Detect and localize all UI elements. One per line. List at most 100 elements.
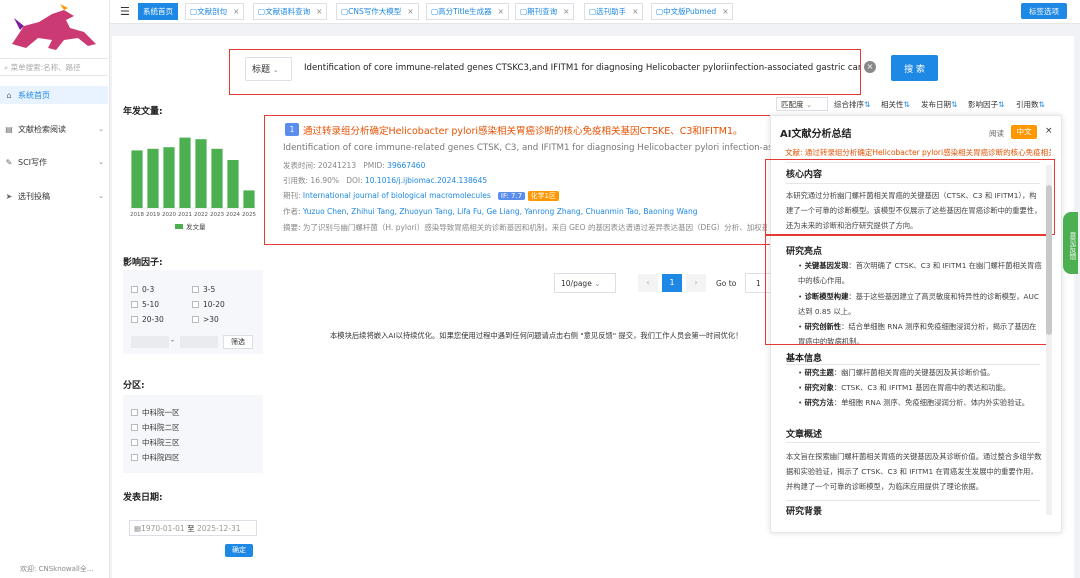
impact-option-5-10[interactable]: 5-10 xyxy=(131,300,159,309)
basic-info-item: • 研究方法：单细胞 RNA 测序、免疫细胞浸润分析、体内外实验验证。 xyxy=(798,398,1030,407)
cite-value: 16.90% xyxy=(310,176,340,185)
date-confirm-button[interactable]: 确定 xyxy=(225,544,253,557)
tab-journal-assistant[interactable]: ▢ 选刊助手 × xyxy=(584,3,644,20)
zone-option-4[interactable]: 中科院四区 xyxy=(131,452,180,463)
bar-2021 xyxy=(179,137,191,208)
search-input[interactable]: Identification of core immune-related ge… xyxy=(300,57,860,81)
impact-option-20-30[interactable]: 20-30 xyxy=(131,315,164,324)
impact-option-0-3[interactable]: 0-3 xyxy=(131,285,154,294)
sort-relevance[interactable]: 相关性⇅ xyxy=(881,99,910,111)
scrollbar-thumb[interactable] xyxy=(1046,185,1052,335)
basic-info-item: • 研究对象：CTSK、C3 和 IFITM1 基因在胃癌中的表达和功能。 xyxy=(798,383,1011,392)
tab-home[interactable]: 系统首页 xyxy=(138,3,178,20)
result-meta-line1: 发表时间: 20241213 PMID: 39667460 xyxy=(283,161,426,170)
feedback-tab[interactable]: 意见反馈 xyxy=(1063,212,1078,274)
language-toggle-button[interactable]: 中文 xyxy=(1011,125,1037,139)
result-title-link[interactable]: 通过转录组分析确定Helicobacter pylori感染相关胃癌诊断的核心免… xyxy=(303,123,773,137)
close-icon[interactable]: × xyxy=(498,7,504,16)
impact-filter-button[interactable]: 筛选 xyxy=(223,335,253,349)
next-page-button[interactable]: › xyxy=(686,274,706,292)
send-icon: ➤ xyxy=(5,191,13,201)
impact-option-3-5[interactable]: 3-5 xyxy=(192,285,215,294)
read-toggle[interactable]: 阅读 xyxy=(989,128,1004,139)
journal-link[interactable]: International journal of biological macr… xyxy=(303,191,491,200)
chevron-down-icon: ⌄ xyxy=(98,125,104,133)
checkbox[interactable] xyxy=(131,409,138,416)
sidebar-item-sci-writing[interactable]: ✎ SCI写作 ⌄ xyxy=(0,153,108,171)
tab-cn-pubmed[interactable]: ▢ 中文版Pubmed × xyxy=(651,3,734,20)
sort-composite[interactable]: 综合排序⇅ xyxy=(834,99,870,111)
search-button[interactable]: 搜 索 xyxy=(891,55,938,81)
legend-swatch xyxy=(175,224,183,229)
sidebar-item-home[interactable]: ⌂ 系统首页 xyxy=(0,86,108,104)
doi-link[interactable]: 10.1016/j.ijbiomac.2024.138645 xyxy=(365,176,487,185)
result-index: 1 xyxy=(285,123,299,136)
sidebar-item-label: SCI写作 xyxy=(18,157,48,167)
zone-option-1[interactable]: 中科院一区 xyxy=(131,407,180,418)
sort-pubdate[interactable]: 发布日期⇅ xyxy=(921,99,957,111)
bar-2018 xyxy=(131,150,143,208)
page-size-select[interactable]: 10/page ⌄ xyxy=(554,273,616,293)
result-english-title: Identification of core immune-related ge… xyxy=(283,143,773,153)
impact-min-input[interactable] xyxy=(131,336,169,348)
author-list[interactable]: Yuzuo Chen, Zhihui Tang, Zhuoyun Tang, L… xyxy=(303,207,698,216)
sort-match-select[interactable]: 匹配度 ⌄ xyxy=(776,97,828,111)
search-icon: ⌕ xyxy=(4,63,11,72)
close-icon[interactable]: × xyxy=(316,7,322,16)
sidebar-item-journal-submit[interactable]: ➤ 选刊投稿 ⌄ xyxy=(0,187,108,205)
close-icon[interactable]: × xyxy=(407,7,413,16)
close-icon[interactable]: × xyxy=(722,7,728,16)
checkbox[interactable] xyxy=(192,301,199,308)
checkbox[interactable] xyxy=(192,286,199,293)
tick-label-2019: 2019 xyxy=(146,212,160,218)
sort-impact[interactable]: 影响因子⇅ xyxy=(968,99,1004,111)
tab-icon: ▢ xyxy=(520,7,528,16)
sidebar-item-literature[interactable]: ▤ 文献检索阅读 ⌄ xyxy=(0,120,108,138)
tag-options-button[interactable]: 标签选项 xyxy=(1021,3,1067,19)
impact-filter-title: 影响因子: xyxy=(123,258,163,268)
basic-info-item: • 研究主题：幽门螺杆菌相关胃癌的关键基因及其诊断价值。 xyxy=(798,368,995,377)
close-icon[interactable]: × xyxy=(1045,126,1053,136)
menu-search-input[interactable]: ⌕ 菜单搜索:名称、路径 xyxy=(0,58,108,76)
zone-option-2[interactable]: 中科院二区 xyxy=(131,422,180,433)
checkbox[interactable] xyxy=(131,316,138,323)
tab-icon: ▢ xyxy=(190,7,198,16)
chevron-down-icon: ⌄ xyxy=(98,158,104,166)
bar-2024 xyxy=(227,160,239,208)
background-heading: 研究背景 xyxy=(786,507,823,517)
close-icon[interactable]: × xyxy=(563,7,569,16)
zone-option-3[interactable]: 中科院三区 xyxy=(131,437,180,448)
sidebar-item-label: 选刊投稿 xyxy=(18,191,50,201)
pmid-link[interactable]: 39667460 xyxy=(387,161,425,170)
tick-label-2018: 2018 xyxy=(130,212,144,218)
impact-option-10-20[interactable]: 10-20 xyxy=(192,300,225,309)
hamburger-menu-icon[interactable]: ☰ xyxy=(120,5,130,18)
sidebar-item-label: 系统首页 xyxy=(18,90,50,100)
close-icon[interactable]: × xyxy=(233,7,239,16)
impact-option-over-30[interactable]: >30 xyxy=(192,315,219,324)
clear-icon[interactable]: × xyxy=(864,61,876,73)
divider xyxy=(786,500,1040,501)
bar-2020 xyxy=(163,147,175,208)
checkbox[interactable] xyxy=(131,424,138,431)
sort-citations[interactable]: 引用数⇅ xyxy=(1016,99,1045,111)
checkbox[interactable] xyxy=(131,439,138,446)
prev-page-button[interactable]: ‹ xyxy=(638,274,658,292)
checkbox[interactable] xyxy=(131,301,138,308)
checkbox[interactable] xyxy=(131,454,138,461)
goto-label: Go to xyxy=(716,279,737,288)
tab-title-generator[interactable]: ▢ 高分Title生成器 × xyxy=(426,3,509,20)
checkbox[interactable] xyxy=(192,316,199,323)
tab-journal-query[interactable]: ▢ 期刊查询 × xyxy=(515,3,575,20)
tab-cns-model[interactable]: ▢ CNS写作大模型 × xyxy=(336,3,419,20)
close-icon[interactable]: × xyxy=(632,7,638,16)
tab-corpus-query[interactable]: ▢ 文献语料查询 × xyxy=(253,3,328,20)
page-1-button[interactable]: 1 xyxy=(662,274,682,292)
date-range-input[interactable]: ▦1970-01-01 至 2025-12-31 xyxy=(129,520,257,536)
search-field-select[interactable]: 标题 ⌄ xyxy=(245,57,292,81)
impact-max-input[interactable] xyxy=(180,336,218,348)
tab-literature-parse[interactable]: ▢ 文献剖句 × xyxy=(185,3,245,20)
checkbox[interactable] xyxy=(131,286,138,293)
sort-icon: ⇅ xyxy=(864,100,871,109)
tab-icon: ▢ xyxy=(656,7,664,16)
